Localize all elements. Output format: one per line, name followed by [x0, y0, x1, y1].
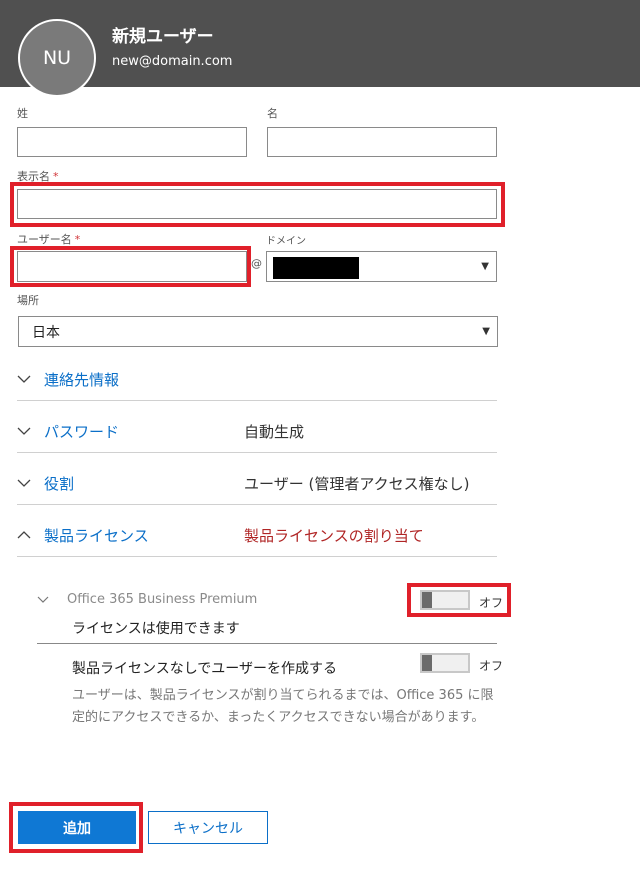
chevron-down-icon [17, 375, 31, 383]
chevron-down-icon [17, 427, 31, 435]
add-button[interactable]: 追加 [18, 811, 136, 844]
divider [37, 643, 497, 644]
domain-select[interactable]: ▼ [266, 251, 497, 282]
license-toggle[interactable] [420, 590, 470, 610]
first-name-input[interactable] [267, 127, 497, 157]
display-name-label: 表示名 * [17, 168, 59, 184]
avatar: NU [18, 19, 96, 97]
license-product-name: Office 365 Business Premium [67, 592, 258, 607]
domain-redacted [273, 257, 359, 279]
section-password-value: 自動生成 [244, 423, 305, 441]
section-roles-value: ユーザー (管理者アクセス権なし) [244, 475, 470, 493]
section-product-licenses-label[interactable]: 製品ライセンス [44, 525, 149, 546]
section-roles-label[interactable]: 役割 [44, 473, 74, 494]
divider [17, 556, 497, 557]
section-password-label[interactable]: パスワード [44, 421, 119, 442]
location-select[interactable]: 日本 ▼ [18, 316, 498, 347]
cancel-button[interactable]: キャンセル [148, 811, 268, 844]
display-name-label-text: 表示名 [17, 170, 50, 183]
chevron-up-icon [17, 531, 31, 539]
divider [17, 400, 497, 401]
required-mark: * [53, 170, 59, 183]
required-mark: * [74, 233, 81, 246]
page-title: 新規ユーザー [112, 27, 214, 47]
last-name-label: 姓 [17, 107, 28, 120]
first-name-label: 名 [267, 107, 278, 120]
section-contact-info-label[interactable]: 連絡先情報 [44, 369, 119, 390]
toggle-knob [422, 655, 432, 671]
divider [17, 504, 497, 505]
location-label: 場所 [17, 294, 39, 307]
header-bar: NU 新規ユーザー new@domain.com [0, 0, 640, 97]
section-product-licenses-value: 製品ライセンスの割り当て [244, 527, 424, 545]
at-sign: @ [251, 257, 262, 270]
chevron-down-icon[interactable] [37, 594, 49, 606]
no-license-toggle[interactable] [420, 653, 470, 673]
chevron-down-icon: ▼ [481, 261, 489, 272]
license-toggle-state: オフ [479, 596, 504, 610]
username-label-text: ユーザー名 [17, 233, 72, 246]
chevron-down-icon: ▼ [482, 326, 490, 337]
divider [17, 452, 497, 453]
license-availability: ライセンスは使用できます [72, 621, 240, 637]
no-license-title: 製品ライセンスなしでユーザーを作成する [72, 661, 338, 677]
chevron-down-icon [17, 479, 31, 487]
username-label: ユーザー名 * [17, 231, 80, 247]
username-input[interactable] [17, 251, 247, 282]
no-license-toggle-state: オフ [479, 659, 504, 673]
domain-label: ドメイン [266, 236, 306, 247]
display-name-input[interactable] [17, 189, 497, 219]
toggle-knob [422, 592, 432, 608]
last-name-input[interactable] [17, 127, 247, 157]
user-email: new@domain.com [112, 54, 233, 69]
no-license-description: ユーザーは、製品ライセンスが割り当てられるまでは、Office 365 に限定的… [72, 688, 494, 725]
location-value: 日本 [32, 324, 60, 341]
